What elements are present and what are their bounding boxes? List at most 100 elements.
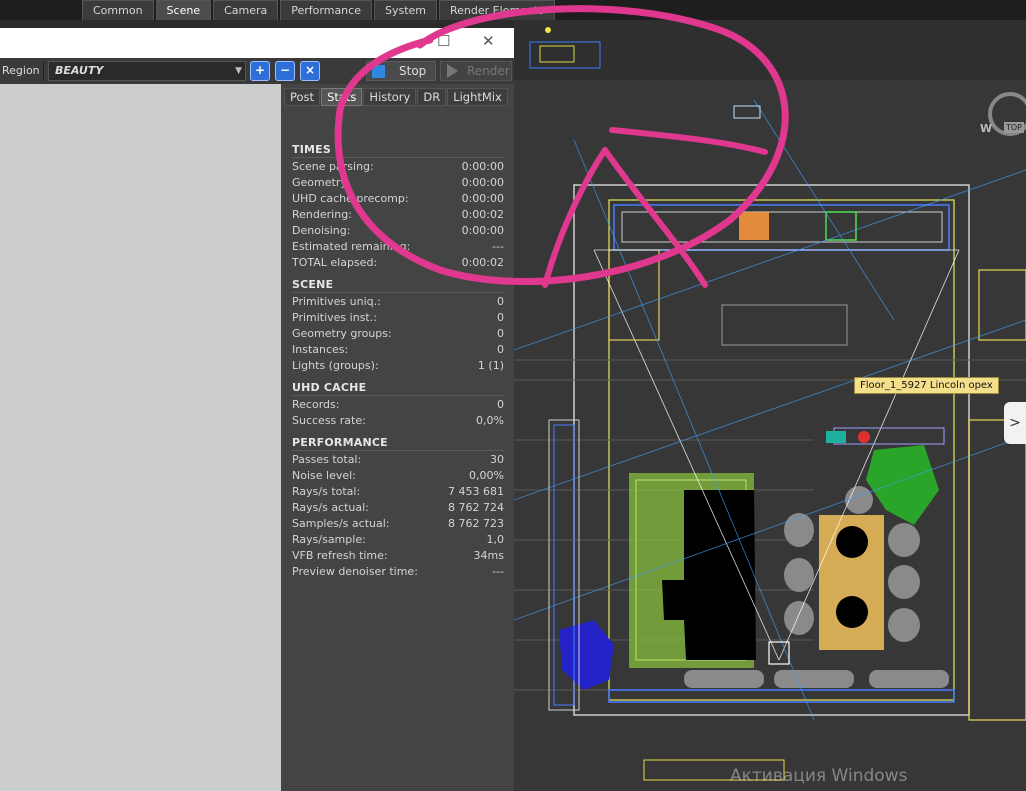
stat-row: Preview denoiser time: ---	[292, 564, 504, 580]
stop-button[interactable]: Stop	[366, 61, 436, 81]
stat-label: Success rate:	[292, 414, 366, 427]
channel-select[interactable]: BEAUTY ▼	[48, 61, 246, 81]
stat-value: 8 762 724	[448, 501, 504, 514]
chevron-right-icon[interactable]: >	[1004, 402, 1026, 444]
stat-row: Geometry groups: 0	[292, 326, 504, 342]
stat-value: ---	[492, 240, 504, 253]
play-icon	[447, 64, 458, 78]
stat-row: Primitives inst.: 0	[292, 310, 504, 326]
region-button[interactable]: Region	[0, 61, 44, 81]
object-tooltip: Floor_1_5927 Lincoln opex	[854, 377, 999, 394]
stats-performance-section: PERFORMANCE Passes total: 30 Noise level: 0…	[292, 435, 504, 580]
stop-icon	[372, 65, 385, 78]
stat-row: Records: 0	[292, 397, 504, 413]
stat-row: Instances: 0	[292, 342, 504, 358]
top-tab-performance[interactable]: Performance	[280, 0, 372, 20]
frame-buffer-window: ☐ ✕ Region BEAUTY ▼ + − × Stop Render Po…	[0, 28, 514, 791]
stats-times-section: TIMES Scene parsing: 0:00:00 Geometry: 0:00…	[292, 142, 504, 271]
stat-label: Passes total:	[292, 453, 362, 466]
section-title: PERFORMANCE	[292, 435, 504, 451]
stat-value: 0,0%	[476, 414, 504, 427]
stat-label: Rays/s total:	[292, 485, 361, 498]
top-tab-scene[interactable]: Scene	[155, 0, 212, 20]
stat-row: Passes total: 30	[292, 452, 504, 468]
tab-history[interactable]: History	[363, 88, 417, 106]
zoom-out-icon[interactable]: −	[275, 61, 295, 81]
stat-value: 0:00:00	[461, 160, 504, 173]
stat-row: Noise level: 0,00%	[292, 468, 504, 484]
tab-stats[interactable]: Stats	[321, 88, 363, 106]
stat-value: 0	[497, 327, 504, 340]
stat-label: Estimated remaining:	[292, 240, 411, 253]
tab-post[interactable]: Post	[284, 88, 321, 106]
stat-label: Denoising:	[292, 224, 351, 237]
stat-label: Lights (groups):	[292, 359, 379, 372]
channel-select-value: BEAUTY	[55, 64, 104, 77]
stat-row: Geometry: 0:00:00	[292, 175, 504, 191]
stats-uhd-cache-section: UHD CACHE Records: 0 Success rate: 0,0%	[292, 380, 504, 429]
render-canvas[interactable]	[0, 84, 281, 791]
stat-value: 1 (1)	[477, 359, 504, 372]
stat-row: VFB refresh time: 34ms	[292, 548, 504, 564]
viewcube-top-face[interactable]: TOP	[1004, 122, 1025, 133]
maximize-icon[interactable]: ☐	[437, 32, 450, 50]
stat-value: 8 762 723	[448, 517, 504, 530]
top-tab-common[interactable]: Common	[82, 0, 154, 20]
stat-value: 0	[497, 311, 504, 324]
top-tab-camera[interactable]: Camera	[213, 0, 279, 20]
top-tab-system[interactable]: System	[373, 0, 438, 20]
zoom-fit-icon[interactable]: ×	[300, 61, 320, 81]
section-title: TIMES	[292, 142, 504, 158]
stat-value: 0:00:02	[461, 208, 504, 221]
tab-dr[interactable]: DR	[417, 88, 447, 106]
stat-row: UHD cache precomp: 0:00:00	[292, 191, 504, 207]
stat-value: 0	[497, 398, 504, 411]
zoom-in-icon[interactable]: +	[250, 61, 270, 81]
stat-value: 30	[490, 453, 504, 466]
stat-label: Scene parsing:	[292, 160, 374, 173]
compass-west-label: W	[980, 122, 993, 135]
stat-label: Primitives uniq.:	[292, 295, 381, 308]
floor-plan-drawing	[514, 27, 1026, 791]
tab-lightmix[interactable]: LightMix	[447, 88, 508, 106]
stat-value: 7 453 681	[448, 485, 504, 498]
stat-label: Rendering:	[292, 208, 352, 221]
stat-row: Rays/s actual: 8 762 724	[292, 500, 504, 516]
stat-value: 1,0	[486, 533, 505, 546]
stat-label: Geometry:	[292, 176, 350, 189]
stat-value: 34ms	[473, 549, 504, 562]
top-tab-render-elements[interactable]: Render Elements	[439, 0, 555, 20]
panel-tabs: Post Stats History DR LightMix	[284, 88, 509, 108]
section-title: SCENE	[292, 277, 504, 293]
stat-value: 0,00%	[469, 469, 504, 482]
stats-panel: Post Stats History DR LightMix TIMES Scene p…	[282, 84, 514, 791]
stat-label: Geometry groups:	[292, 327, 392, 340]
section-title: UHD CACHE	[292, 380, 504, 396]
stats-scene-section: SCENE Primitives uniq.: 0 Primitives inst.…	[292, 277, 504, 374]
stat-row: TOTAL elapsed: 0:00:02	[292, 255, 504, 271]
stat-row: Denoising: 0:00:00	[292, 223, 504, 239]
stat-row: Samples/s actual: 8 762 723	[292, 516, 504, 532]
windows-activation-watermark: Активация Windows	[730, 766, 908, 786]
stat-label: Primitives inst.:	[292, 311, 377, 324]
stat-label: Rays/s actual:	[292, 501, 369, 514]
stat-value: ---	[492, 565, 504, 578]
stat-row: Rendering: 0:00:02	[292, 207, 504, 223]
top-viewport[interactable]: W TOP Floor_1_5927 Lincoln opex > Актива…	[514, 20, 1026, 791]
screen: Common Scene Camera Performance System Render…	[0, 0, 1026, 791]
stat-row: Success rate: 0,0%	[292, 413, 504, 429]
stat-value: 0:00:00	[461, 224, 504, 237]
close-icon[interactable]: ✕	[482, 32, 495, 50]
stat-value: 0:00:02	[461, 256, 504, 269]
stop-button-label: Stop	[399, 64, 427, 78]
chevron-down-icon: ▼	[235, 66, 242, 76]
stat-value: 0:00:00	[461, 192, 504, 205]
stat-value: 0	[497, 343, 504, 356]
stat-row: Rays/s total: 7 453 681	[292, 484, 504, 500]
stat-row: Estimated remaining: ---	[292, 239, 504, 255]
render-button[interactable]: Render	[440, 61, 512, 81]
stat-label: Samples/s actual:	[292, 517, 390, 530]
render-setup-tabs: Common Scene Camera Performance System Render…	[82, 0, 557, 20]
render-button-label: Render	[467, 64, 510, 78]
stat-value: 0:00:00	[461, 176, 504, 189]
